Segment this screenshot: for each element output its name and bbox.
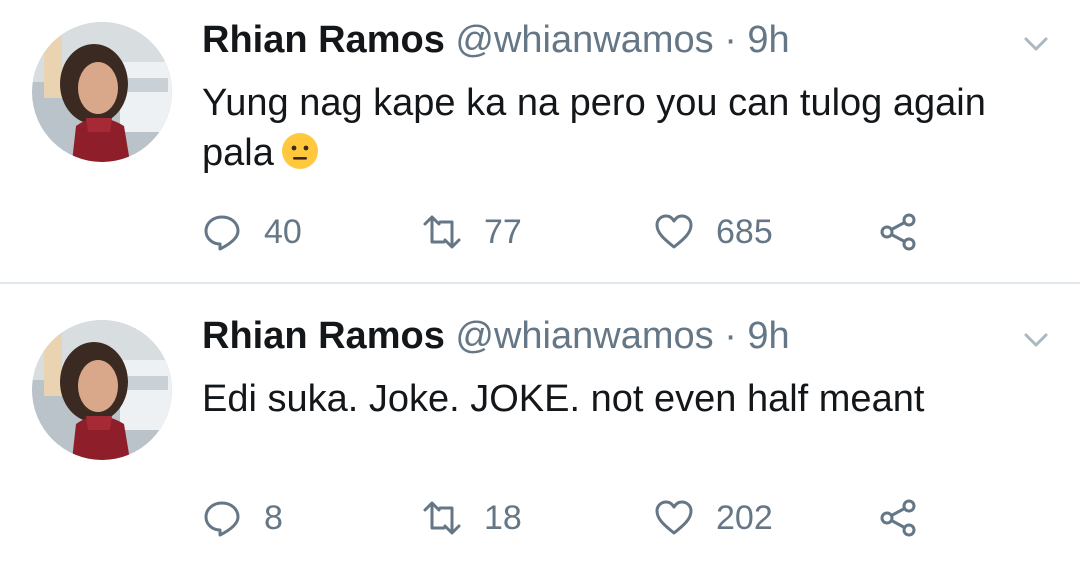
tweet[interactable]: Rhian Ramos @whianwamos · 9h Yung nag ka… [0,0,1080,282]
tweet[interactable]: Rhian Ramos @whianwamos · 9h Edi suka. J… [0,284,1080,564]
share-icon [880,499,916,537]
timestamp[interactable]: 9h [747,315,789,357]
reply-button[interactable]: 40 [202,210,302,254]
share-button[interactable] [878,210,918,254]
user-handle[interactable]: @whianwamos [455,315,713,357]
like-count: 685 [716,213,773,251]
tweet-header: Rhian Ramos @whianwamos · 9h [202,314,790,358]
share-button[interactable] [878,496,918,540]
reply-count: 40 [264,213,302,251]
like-count: 202 [716,499,773,537]
chevron-down-icon [1024,37,1048,51]
like-button[interactable]: 685 [654,210,773,254]
reply-button[interactable]: 8 [202,496,283,540]
separator-dot: · [724,315,737,357]
tweet-actions: 40 77 685 [202,210,962,254]
chevron-down-icon [1024,333,1048,347]
tweet-text-content: Yung nag kape ka na pero you can tulog a… [202,82,997,174]
avatar[interactable] [32,320,172,460]
tweet-header: Rhian Ramos @whianwamos · 9h [202,18,790,62]
retweet-count: 77 [484,213,522,251]
tweet-actions: 8 18 202 [202,496,962,540]
separator-dot: · [724,19,737,61]
reply-icon [204,501,240,537]
like-button[interactable]: 202 [654,496,773,540]
retweet-button[interactable]: 77 [422,210,522,254]
tweet-text: Edi suka. Joke. JOKE. not even half mean… [202,374,1002,424]
timestamp[interactable]: 9h [747,19,789,61]
tweet-text-content: Edi suka. Joke. JOKE. not even half mean… [202,378,925,420]
avatar-photo [32,320,172,460]
more-options-button[interactable] [1016,320,1056,360]
heart-icon [655,500,693,535]
user-handle[interactable]: @whianwamos [455,19,713,61]
more-options-button[interactable] [1016,24,1056,64]
retweet-icon [423,501,461,535]
avatar-photo [32,22,172,162]
tweet-text: Yung nag kape ka na pero you can tulog a… [202,78,1002,178]
neutral-face-emoji-icon [280,131,320,171]
retweet-button[interactable]: 18 [422,496,522,540]
avatar[interactable] [32,22,172,162]
display-name[interactable]: Rhian Ramos [202,19,445,61]
retweet-icon [423,215,461,249]
heart-icon [655,214,693,249]
display-name[interactable]: Rhian Ramos [202,315,445,357]
reply-icon [204,215,240,251]
retweet-count: 18 [484,499,522,537]
share-icon [880,213,916,251]
reply-count: 8 [264,499,283,537]
